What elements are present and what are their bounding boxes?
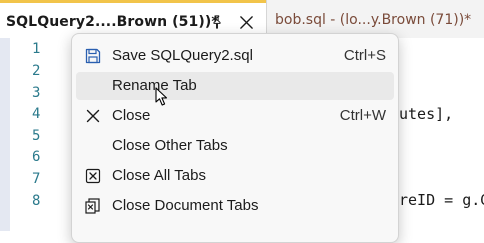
menu-item-shortcut: Ctrl+W — [339, 107, 386, 124]
line-number: 7 — [32, 171, 41, 187]
menu-item-label: Close — [112, 107, 151, 124]
save-icon — [85, 48, 101, 64]
tab-title: bob.sql - (lo...y.Brown (71))* — [275, 12, 472, 28]
line-number: 4 — [32, 106, 41, 122]
mouse-cursor-icon — [155, 87, 168, 106]
tab-context-menu: Save SQLQuery2.sql Ctrl+S Rename Tab Clo… — [71, 33, 399, 243]
menu-item-close-document-tabs[interactable]: Close Document Tabs — [76, 192, 394, 220]
close-document-tabs-icon — [85, 198, 100, 214]
menu-item-close-other-tabs[interactable]: Close Other Tabs — [76, 132, 394, 160]
menu-item-close[interactable]: Close Ctrl+W — [76, 102, 394, 130]
pin-icon[interactable] — [210, 15, 224, 29]
close-icon[interactable] — [239, 15, 254, 30]
line-number: 8 — [32, 193, 41, 209]
menu-item-shortcut: Ctrl+S — [343, 47, 386, 64]
line-number: 2 — [32, 63, 41, 79]
menu-item-label: Save SQLQuery2.sql — [112, 47, 253, 64]
line-number: 6 — [32, 149, 41, 165]
menu-item-close-all-tabs[interactable]: Close All Tabs — [76, 162, 394, 190]
menu-item-rename-tab[interactable]: Rename Tab — [76, 72, 394, 100]
menu-item-save[interactable]: Save SQLQuery2.sql Ctrl+S — [76, 42, 394, 70]
menu-item-label: Close All Tabs — [112, 167, 206, 184]
tab-title: SQLQuery2....Brown (51))* — [6, 13, 219, 30]
line-number: 1 — [32, 41, 41, 57]
code-text[interactable]: utes], — [399, 105, 453, 123]
menu-item-label: Close Document Tabs — [112, 197, 259, 214]
close-icon — [86, 109, 100, 123]
line-number: 5 — [32, 128, 41, 144]
close-all-tabs-icon — [85, 168, 101, 184]
menu-item-label: Close Other Tabs — [112, 137, 228, 154]
editor-margin — [0, 38, 10, 231]
line-number: 3 — [32, 85, 41, 101]
code-text[interactable]: reID = g.G — [399, 191, 484, 209]
